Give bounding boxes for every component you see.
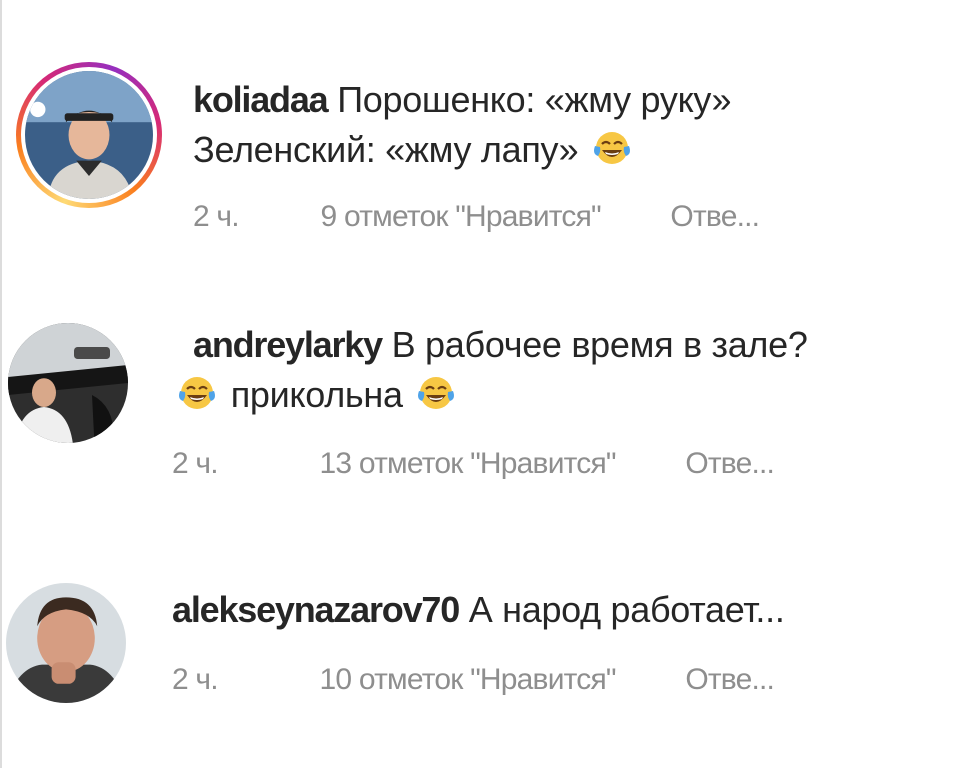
comment-text: alekseynazarov70 А народ работает... xyxy=(172,585,978,635)
comment-body-line: Зеленский: «жму лапу» xyxy=(193,129,579,170)
avatar xyxy=(25,71,153,199)
comment-item: andreylarky В рабочее время в зале? прик… xyxy=(0,315,978,495)
comment-body-line: прикольна xyxy=(230,374,403,415)
comment-item: koliadaa Порошенко: «жму руку» Зеленский… xyxy=(0,60,978,260)
comment-text: koliadaa Порошенко: «жму руку» Зеленский… xyxy=(193,75,978,175)
username-link[interactable]: andreylarky xyxy=(193,324,383,365)
comment-body-line: А народ работает... xyxy=(468,589,785,630)
avatar xyxy=(8,323,128,443)
avatar xyxy=(6,583,126,703)
likes-count-link[interactable]: 10 отметок "Нравится" xyxy=(320,663,617,697)
comment-body-line: Порошенко: «жму руку» xyxy=(337,79,732,120)
reply-button[interactable]: Отве... xyxy=(670,200,760,234)
comment-time: 2 ч. xyxy=(193,200,240,233)
username-link[interactable]: alekseynazarov70 xyxy=(172,589,460,630)
likes-count-link[interactable]: 9 отметок "Нравится" xyxy=(321,200,602,234)
comment-time: 2 ч. xyxy=(172,447,219,480)
comment-time: 2 ч. xyxy=(172,663,219,696)
username-link[interactable]: koliadaa xyxy=(193,79,329,120)
comment-item: alekseynazarov70 А народ работает... 2 ч… xyxy=(0,575,978,745)
face-with-tears-of-joy-icon xyxy=(418,377,455,409)
comment-meta: 2 ч. 13 отметок "Нравится" Отве... xyxy=(172,447,775,481)
comment-meta: 2 ч. 10 отметок "Нравится" Отве... xyxy=(172,663,775,697)
comment-text: andreylarky В рабочее время в зале? прик… xyxy=(179,320,978,420)
avatar-container[interactable] xyxy=(8,323,128,443)
comment-meta: 2 ч. 9 отметок "Нравится" Отве... xyxy=(193,200,760,234)
avatar-container[interactable] xyxy=(6,583,126,703)
likes-count-link[interactable]: 13 отметок "Нравится" xyxy=(320,447,617,481)
comment-body-line: В рабочее время в зале? xyxy=(391,324,808,365)
face-with-tears-of-joy-icon xyxy=(594,132,631,164)
story-ring-avatar[interactable] xyxy=(16,62,162,208)
reply-button[interactable]: Отве... xyxy=(685,447,775,481)
reply-button[interactable]: Отве... xyxy=(685,663,775,697)
face-with-tears-of-joy-icon xyxy=(179,377,215,409)
